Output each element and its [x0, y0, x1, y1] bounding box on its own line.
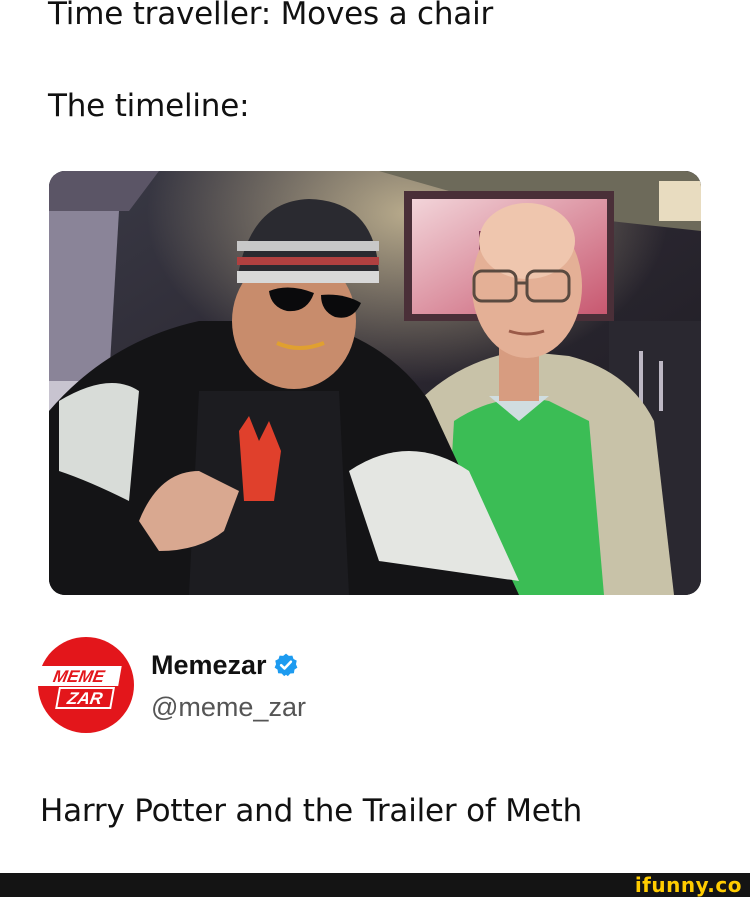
account-display-name[interactable]: Memezar — [151, 648, 299, 682]
verified-badge-icon — [274, 653, 297, 677]
footer-bar: ifunny.co — [0, 873, 750, 897]
account-handle[interactable]: @meme_zar — [151, 690, 306, 724]
avatar[interactable]: MEME ZAR — [36, 636, 135, 734]
meme-text-line-1: Time traveller: Moves a chair — [48, 0, 494, 32]
memezar-logo-icon: MEME ZAR — [36, 637, 134, 733]
svg-text:MEME: MEME — [52, 666, 107, 686]
ifunny-watermark: ifunny.co — [634, 873, 742, 897]
caption-text: Harry Potter and the Trailer of Meth — [40, 793, 583, 829]
meme-photo — [49, 171, 701, 595]
photo-illustration — [49, 171, 701, 595]
svg-text:ZAR: ZAR — [65, 688, 105, 708]
display-name-text: Memezar — [151, 650, 267, 680]
meme-text-line-2: The timeline: — [48, 88, 250, 124]
